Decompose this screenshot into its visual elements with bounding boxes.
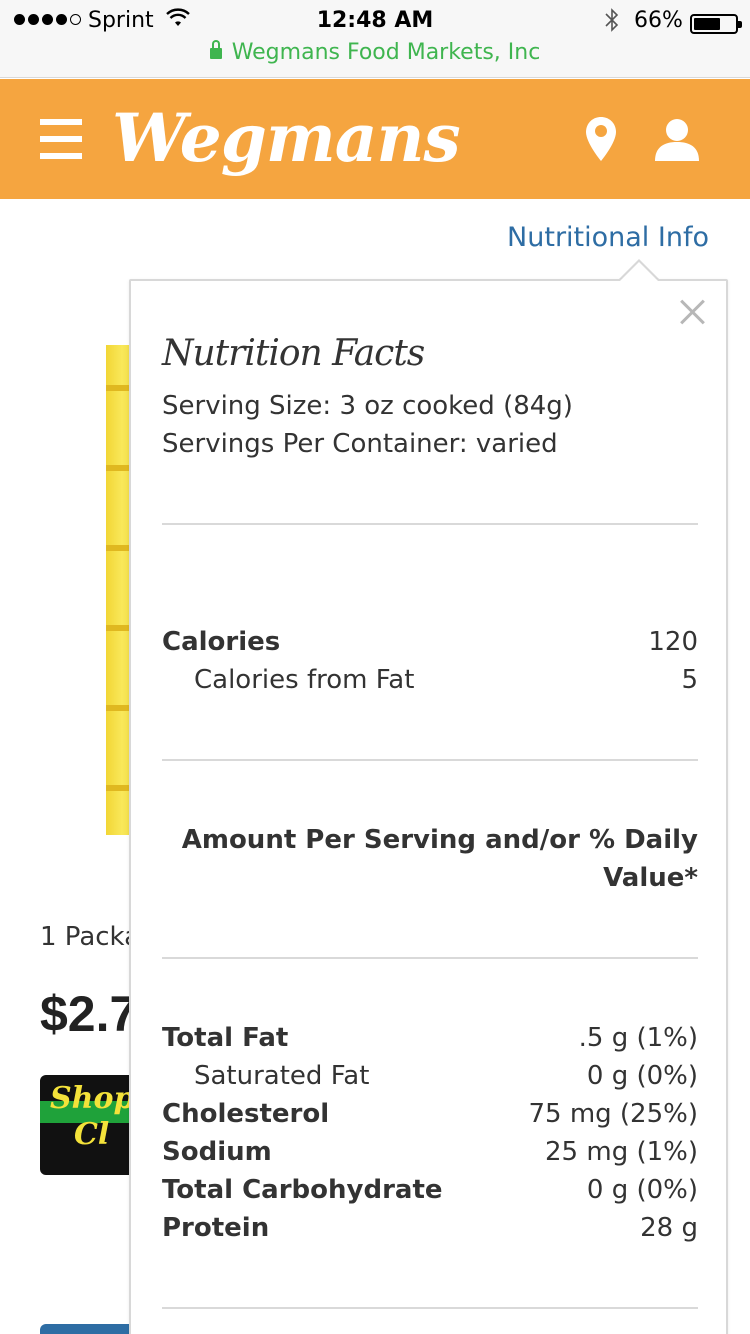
nutrient-label: Cholesterol bbox=[162, 1099, 330, 1129]
nutrient-value: 28 g bbox=[640, 1213, 698, 1243]
nutrient-row: Saturated Fat 0 g (0%) bbox=[162, 1061, 698, 1099]
nutrient-row: Total Carbohydrate 0 g (0%) bbox=[162, 1175, 698, 1213]
servings-per-container: Servings Per Container: varied bbox=[162, 429, 558, 459]
nutrition-facts-title: Nutrition Facts bbox=[162, 333, 425, 374]
package-size-label: 1 Packa bbox=[40, 922, 141, 952]
divider bbox=[162, 957, 698, 959]
calories-from-fat-row: Calories from Fat 5 bbox=[162, 665, 698, 703]
divider bbox=[162, 759, 698, 761]
nutritional-info-link[interactable]: Nutritional Info bbox=[507, 222, 709, 253]
amount-per-serving-heading: Amount Per Serving and/or % Daily Value* bbox=[181, 825, 698, 893]
nutrient-label: Saturated Fat bbox=[194, 1061, 370, 1091]
wegmans-logo[interactable]: Wegmans bbox=[112, 99, 461, 177]
nutrient-row: Total Fat .5 g (1%) bbox=[162, 1023, 698, 1061]
nutrient-value: 0 g (0%) bbox=[586, 1061, 698, 1091]
nutrient-label: Sodium bbox=[162, 1137, 272, 1167]
calories-label: Calories bbox=[162, 627, 281, 657]
hamburger-menu-icon[interactable] bbox=[40, 119, 82, 159]
popup-pointer-inner bbox=[620, 262, 658, 281]
nutrient-row: Protein 28 g bbox=[162, 1213, 698, 1251]
address-bar[interactable]: Wegmans Food Markets, Inc bbox=[0, 40, 750, 65]
nutrient-row: Cholesterol 75 mg (25%) bbox=[162, 1099, 698, 1137]
product-price: $2.7 bbox=[40, 986, 138, 1042]
battery-percentage: 66% bbox=[634, 8, 683, 33]
location-pin-icon[interactable] bbox=[584, 115, 618, 163]
lock-icon bbox=[209, 40, 222, 60]
site-url: Wegmans Food Markets, Inc bbox=[231, 40, 541, 65]
nutrient-value: 25 mg (1%) bbox=[545, 1137, 698, 1167]
calories-from-fat-value: 5 bbox=[681, 665, 698, 695]
nutrient-row: Sodium 25 mg (1%) bbox=[162, 1137, 698, 1175]
calories-value: 120 bbox=[648, 627, 698, 657]
nutrient-label: Total Carbohydrate bbox=[162, 1175, 443, 1205]
close-icon[interactable] bbox=[679, 298, 707, 326]
divider bbox=[162, 1307, 698, 1309]
nutrient-label: Total Fat bbox=[162, 1023, 289, 1053]
status-bar: Sprint 12:48 AM 66% Wegmans Food Markets… bbox=[0, 0, 750, 78]
nutrient-value: 75 mg (25%) bbox=[528, 1099, 698, 1129]
calories-from-fat-label: Calories from Fat bbox=[194, 665, 415, 695]
account-user-icon[interactable] bbox=[654, 117, 700, 161]
badge-text-2: Cl bbox=[74, 1117, 110, 1152]
nutrient-value: 0 g (0%) bbox=[586, 1175, 698, 1205]
site-header: Wegmans bbox=[0, 79, 750, 199]
divider bbox=[162, 523, 698, 525]
nutrition-facts-popup: Nutrition Facts Serving Size: 3 oz cooke… bbox=[129, 279, 728, 1334]
nutrient-value: .5 g (1%) bbox=[578, 1023, 698, 1053]
serving-size: Serving Size: 3 oz cooked (84g) bbox=[162, 391, 573, 421]
badge-text-1: Shop bbox=[50, 1081, 135, 1116]
calories-row: Calories 120 bbox=[162, 627, 698, 665]
battery-icon bbox=[690, 14, 742, 34]
nutrient-label: Protein bbox=[162, 1213, 270, 1243]
bluetooth-icon bbox=[605, 8, 619, 32]
